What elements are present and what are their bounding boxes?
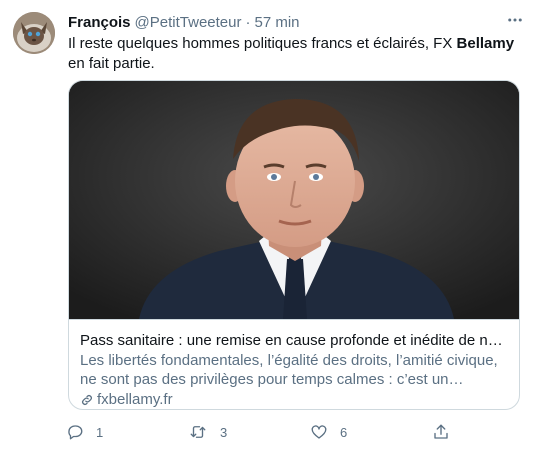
reply-icon: [66, 423, 84, 441]
heart-icon: [310, 423, 328, 441]
avatar[interactable]: [13, 12, 55, 54]
action-bar: 1 3 6: [58, 418, 458, 446]
card-image: [69, 81, 519, 320]
more-dots-icon: [506, 11, 524, 34]
separator-dot: ·: [245, 14, 251, 31]
card-title: Pass sanitaire : une remise en cause pro…: [80, 332, 510, 349]
share-icon: [432, 423, 450, 441]
link-icon: [80, 393, 94, 407]
reply-button[interactable]: 1: [66, 418, 103, 446]
tweet-timestamp[interactable]: 57 min: [254, 14, 299, 31]
reply-count: 1: [96, 424, 104, 440]
tweet-text-start: Il reste quelques hommes politiques fran…: [68, 35, 457, 52]
retweet-icon: [188, 423, 208, 441]
tweet-text-bold: Bellamy: [456, 35, 515, 52]
tweet-text-end: en fait partie.: [68, 55, 155, 72]
link-card[interactable]: Pass sanitaire : une remise en cause pro…: [68, 80, 520, 410]
author-handle[interactable]: @PetitTweeteur: [135, 14, 242, 31]
like-button[interactable]: 6: [310, 418, 347, 446]
retweet-button[interactable]: 3: [188, 418, 227, 446]
tweet-header: François @PetitTweeteur · 57 min: [68, 13, 300, 32]
card-domain: fxbellamy.fr: [97, 391, 173, 408]
like-count: 6: [340, 424, 348, 440]
card-body: Pass sanitaire : une remise en cause pro…: [80, 331, 510, 409]
retweet-count: 3: [220, 424, 228, 440]
tweet[interactable]: François @PetitTweeteur · 57 min Il reste q…: [0, 0, 540, 452]
tweet-text: Il reste quelques hommes politiques fran…: [68, 34, 528, 74]
more-button[interactable]: [503, 12, 527, 32]
card-domain-row: fxbellamy.fr: [80, 390, 510, 409]
card-description: Les libertés fondamentales, l’égalité de…: [80, 352, 498, 388]
share-button[interactable]: [432, 418, 450, 446]
author-name[interactable]: François: [68, 14, 131, 31]
